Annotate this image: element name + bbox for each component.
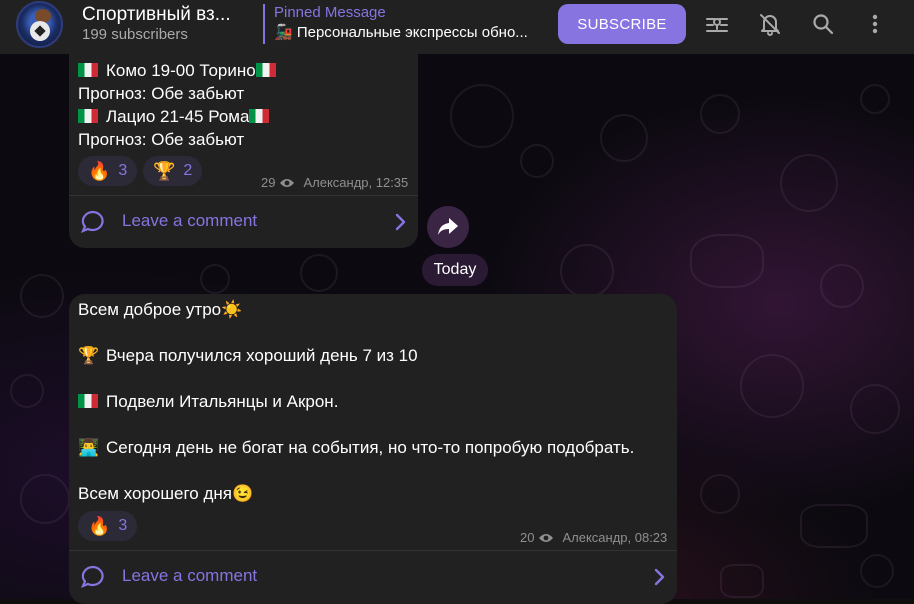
reaction-trophy[interactable]: 🏆 2 — [143, 156, 203, 186]
message-line: Прогноз: Обе забьют — [78, 84, 245, 103]
italy-flag-icon — [78, 63, 98, 77]
comment-bubble-icon — [80, 209, 106, 240]
leave-comment-button[interactable]: Leave a comment — [69, 195, 418, 248]
mute-bell-icon[interactable] — [756, 10, 784, 38]
pinned-text: 🚂 Персональные экспрессы обно... — [274, 24, 528, 41]
italy-flag-icon — [249, 109, 270, 123]
pinned-message[interactable]: Pinned Message 🚂 Персональные экспрессы … — [263, 4, 535, 44]
voice-chat-icon[interactable] — [703, 10, 731, 38]
eye-icon — [538, 532, 554, 544]
technologist-icon: 👨‍💻 — [78, 438, 100, 457]
message-line: Прогноз: Обе забьют — [78, 130, 245, 149]
share-arrow-icon — [438, 218, 458, 235]
italy-flag-icon — [78, 109, 98, 123]
leave-comment-button[interactable]: Leave a comment — [69, 550, 677, 603]
author-time: Александр, 12:35 — [303, 175, 409, 190]
message-line: Подвели Итальянцы и Акрон. — [78, 390, 634, 413]
channel-post: Всем доброе утро☀️ 🏆 Вчера получился хоро… — [69, 294, 677, 604]
trophy-icon: 🏆 — [153, 160, 176, 181]
view-count: 20 — [520, 530, 535, 545]
chat-header: Спортивный вз... 199 subscribers Pinned … — [0, 0, 914, 54]
fire-icon: 🔥 — [88, 515, 111, 536]
soccer-ball-icon — [30, 21, 50, 41]
trophy-icon: 🏆 — [78, 346, 100, 365]
reaction-fire[interactable]: 🔥 3 — [78, 156, 138, 186]
message-line: Комо 19-00 Торино — [78, 59, 276, 82]
pinned-label: Pinned Message — [274, 4, 386, 21]
chevron-right-icon — [394, 213, 406, 236]
message-line: 👨‍💻 Сегодня день не богат на события, но … — [78, 438, 635, 457]
italy-flag-icon — [255, 63, 276, 77]
channel-title[interactable]: Спортивный вз... — [82, 4, 231, 26]
comment-label: Leave a comment — [122, 566, 258, 585]
message-line: Всем хорошего дня😉 — [78, 484, 254, 503]
view-count: 29 — [261, 175, 276, 190]
comment-bubble-icon — [80, 564, 106, 595]
fire-icon: 🔥 — [88, 160, 111, 181]
wink-icon: 😉 — [232, 484, 254, 503]
comment-label: Leave a comment — [122, 211, 258, 230]
author-time: Александр, 08:23 — [562, 530, 668, 545]
eye-icon — [279, 177, 295, 189]
message-line: Лацио 21-45 Рома — [78, 105, 276, 128]
message-meta: 20 Александр, 08:23 — [520, 530, 667, 545]
date-separator: Today — [422, 254, 488, 286]
forward-share-button[interactable] — [427, 206, 469, 248]
channel-post: Комо 19-00 Торино Прогноз: Обе забьют Ла… — [69, 40, 418, 248]
more-vertical-icon[interactable] — [861, 10, 889, 38]
message-line: 🏆 Вчера получился хороший день 7 из 10 — [78, 346, 418, 365]
reaction-count: 2 — [183, 162, 193, 179]
sun-icon: ☀️ — [221, 300, 243, 319]
reaction-count: 3 — [118, 517, 128, 534]
italy-flag-icon — [78, 394, 98, 408]
reaction-count: 3 — [118, 162, 128, 179]
chevron-right-icon — [653, 568, 665, 591]
channel-avatar[interactable] — [16, 1, 63, 48]
message-meta: 29 Александр, 12:35 — [261, 175, 408, 190]
reaction-fire[interactable]: 🔥 3 — [78, 511, 138, 541]
message-line: Всем доброе утро☀️ — [78, 300, 243, 319]
search-icon[interactable] — [809, 10, 837, 38]
subscribe-button[interactable]: SUBSCRIBE — [558, 4, 686, 44]
subscriber-count: 199 subscribers — [82, 26, 188, 43]
